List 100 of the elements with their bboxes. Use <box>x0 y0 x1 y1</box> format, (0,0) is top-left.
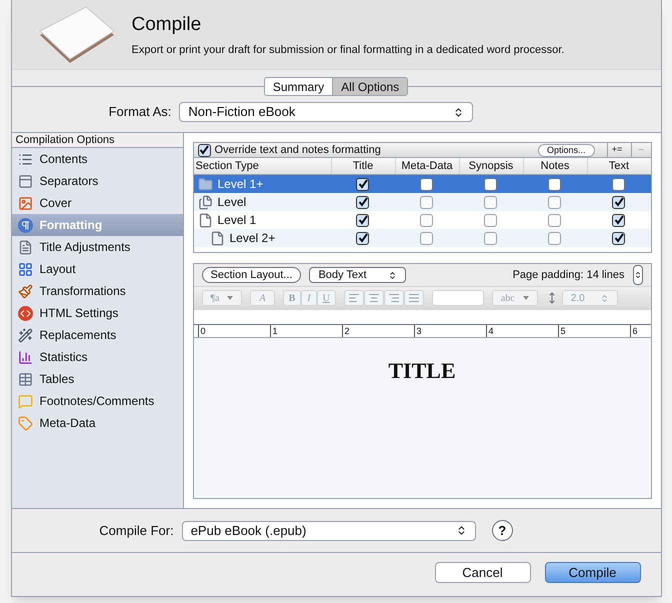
sidebar-label: Formatting <box>40 217 102 234</box>
updown-icon <box>600 294 609 302</box>
sidebar-item[interactable]: Footnotes/Comments <box>12 390 182 412</box>
sidebar-item[interactable]: Contents <box>12 148 182 170</box>
sidebar-label: Tables <box>40 371 74 388</box>
sidebar-item[interactable]: HTML Settings <box>12 302 182 324</box>
sidebar-item[interactable]: Replacements <box>12 324 182 346</box>
align-icon <box>388 292 400 304</box>
checkbox[interactable] <box>612 196 625 208</box>
column-header[interactable]: Text <box>586 158 650 174</box>
checkbox[interactable] <box>356 178 369 190</box>
checkbox[interactable] <box>548 196 561 208</box>
sidebar-item[interactable]: Title Adjustments <box>12 236 182 258</box>
column-header[interactable]: Synopsis <box>458 158 522 174</box>
wand-icon <box>18 328 32 342</box>
table-icon <box>18 372 32 386</box>
dialog-subtitle: Export or print your draft for submission or final formatting in a dedicated word processor. <box>132 42 564 58</box>
help-button[interactable]: ? <box>492 520 513 541</box>
section-type-label: Level <box>218 194 246 211</box>
sidebar-label: Separators <box>40 173 98 190</box>
sidebar-label: Meta-Data <box>40 415 96 432</box>
code-icon <box>18 306 32 320</box>
sidebar-label: Cover <box>40 195 72 212</box>
cancel-button[interactable]: Cancel <box>434 562 530 583</box>
checkbox[interactable] <box>484 178 497 190</box>
align-button[interactable] <box>364 290 384 306</box>
sidebar-label: Layout <box>40 261 76 278</box>
ruler-number: 5 <box>560 326 566 336</box>
format-select[interactable]: Non-Fiction eBook <box>179 102 474 122</box>
sidebar-item[interactable]: Tables <box>12 368 182 390</box>
align-button[interactable] <box>384 290 404 306</box>
table-row[interactable]: Level <box>194 193 650 211</box>
dialog-title: Compile <box>132 13 202 37</box>
checkbox[interactable] <box>548 232 561 244</box>
sidebar-item[interactable]: Layout <box>12 258 182 280</box>
section-layout-button[interactable]: Section Layout... <box>202 267 302 283</box>
sidebar-item[interactable]: Separators <box>12 170 182 192</box>
align-icon <box>368 292 380 304</box>
checkbox[interactable] <box>612 232 625 244</box>
checkbox[interactable] <box>198 144 210 156</box>
sidebar-item[interactable]: Transformations <box>12 280 182 302</box>
table-row[interactable]: Level 2+ <box>194 229 650 247</box>
color-well[interactable] <box>432 290 484 306</box>
tab[interactable]: All Options <box>332 78 408 95</box>
checkbox[interactable] <box>484 232 497 244</box>
sidebar-label: Transformations <box>40 283 126 300</box>
align-icon <box>408 292 420 304</box>
checkbox[interactable] <box>612 214 625 226</box>
comment-icon <box>18 394 32 408</box>
sidebar-item[interactable]: Cover <box>12 192 182 214</box>
checkbox[interactable] <box>548 214 561 226</box>
checkbox[interactable] <box>356 214 369 226</box>
checkbox[interactable] <box>356 196 369 208</box>
document-icon <box>18 240 32 254</box>
column-header[interactable]: Title <box>330 158 394 174</box>
options-button[interactable]: Options... <box>538 144 594 156</box>
checkbox[interactable] <box>420 178 433 190</box>
column-header[interactable]: Section Type <box>194 158 330 174</box>
sidebar-label: Statistics <box>40 349 88 366</box>
ruler-number: 1 <box>272 326 278 336</box>
checkbox[interactable] <box>548 178 561 190</box>
sidebar-heading: Compilation Options <box>12 133 182 148</box>
checkbox[interactable] <box>420 232 433 244</box>
separator-icon <box>18 174 32 188</box>
sidebar-label: Title Adjustments <box>40 239 130 256</box>
sidebar-item[interactable]: Meta-Data <box>12 412 182 434</box>
checkbox[interactable] <box>420 214 433 226</box>
section-type-label: Level 1+ <box>218 176 264 193</box>
column-header[interactable]: Meta-Data <box>394 158 458 174</box>
tag-icon <box>18 416 32 430</box>
updown-icon <box>388 270 398 280</box>
brush-icon <box>18 284 32 298</box>
bar-chart-icon <box>18 350 32 364</box>
preview-title: TITLE <box>388 357 456 385</box>
compile-button[interactable]: Compile <box>544 562 640 583</box>
updown-icon <box>634 271 642 279</box>
sidebar-item[interactable]: Statistics <box>12 346 182 368</box>
stepper[interactable] <box>632 265 642 285</box>
checkbox[interactable] <box>484 196 497 208</box>
ruler-number: 3 <box>416 326 422 336</box>
dropdown-arrow-icon <box>227 296 234 300</box>
sidebar-label: Contents <box>40 151 88 168</box>
list-icon <box>18 152 32 166</box>
page-padding-label: Page padding: 14 lines <box>512 268 624 283</box>
documents-icon <box>198 194 212 210</box>
style-select[interactable]: Body Text <box>309 267 406 283</box>
checkbox[interactable] <box>484 214 497 226</box>
column-header[interactable]: Notes <box>522 158 586 174</box>
checkbox[interactable] <box>420 196 433 208</box>
layout-icon <box>18 262 32 276</box>
align-button[interactable] <box>404 290 424 306</box>
dropdown-arrow-icon <box>522 296 529 300</box>
table-row[interactable]: Level 1+ <box>194 175 650 193</box>
checkbox[interactable] <box>612 178 625 190</box>
sidebar-label: HTML Settings <box>40 305 118 322</box>
align-button[interactable] <box>344 290 364 306</box>
compile-for-select[interactable]: ePub eBook (.epub) <box>182 520 476 540</box>
checkbox[interactable] <box>356 232 369 244</box>
override-label: Override text and notes formatting <box>214 142 382 158</box>
ruler-number: 2 <box>344 326 350 336</box>
